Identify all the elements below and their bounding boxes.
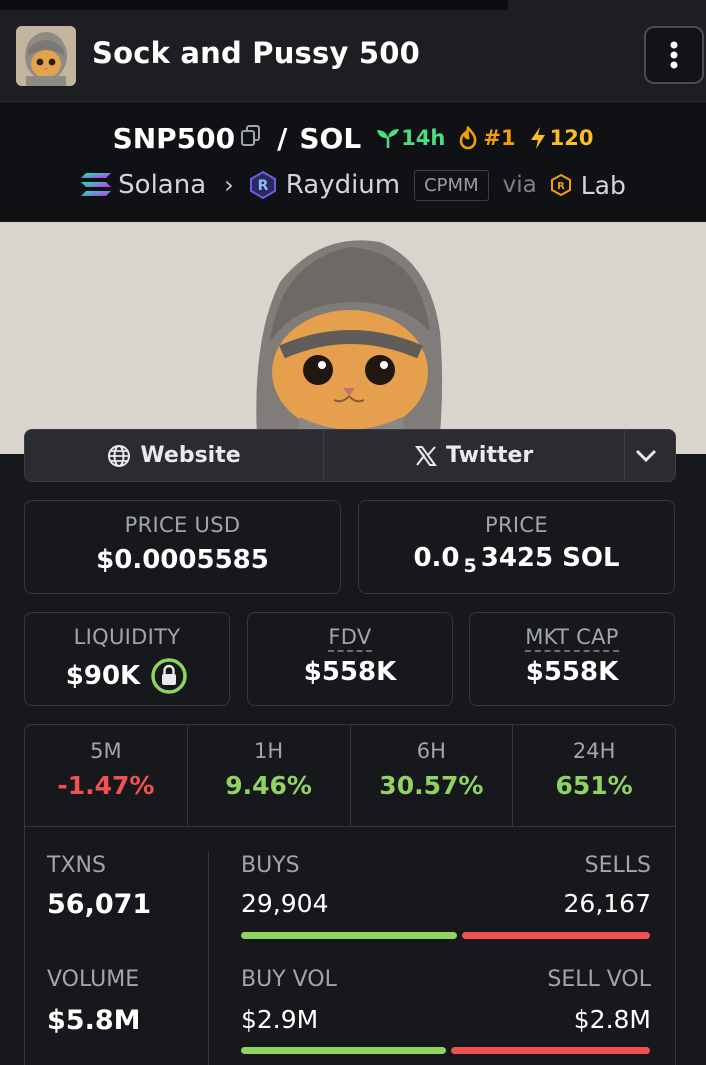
quote-ticker: SOL	[299, 121, 362, 155]
chevron-down-icon	[635, 449, 656, 462]
pair-separator: /	[277, 121, 288, 155]
liquidity-card: LIQUIDITY $90K	[24, 612, 230, 706]
token-title: Sock and Pussy 500	[92, 36, 421, 70]
svg-text:R: R	[557, 181, 565, 192]
pair-age: 14h	[375, 126, 445, 150]
txn-stats: TXNS 56,071 BUYS 29,904 SELLS 26,167 VOL…	[25, 827, 675, 1065]
mktcap-value: $558K	[525, 657, 619, 687]
price-native-card: PRICE 0.0 5 3425 SOL	[358, 500, 675, 594]
more-links-button[interactable]	[625, 430, 675, 481]
launchpad-name[interactable]: Lab	[581, 171, 626, 200]
fdv-card: FDV $558K	[247, 612, 453, 706]
via-label: via	[502, 172, 537, 198]
sell-vol-bar	[450, 1047, 650, 1054]
raydium-icon: R	[249, 170, 276, 200]
price-usd-value: $0.0005585	[96, 545, 269, 575]
change-tab-1h[interactable]: 1H 9.46%	[188, 725, 351, 826]
volume-label: VOLUME	[47, 967, 140, 992]
website-label: Website	[140, 443, 241, 468]
price-digits: 3425 SOL	[480, 543, 620, 573]
txns-label: TXNS	[47, 853, 106, 878]
txns-value: 56,071	[47, 889, 152, 920]
stats-panel: 5M -1.47% 1H 9.46% 6H 30.57% 24H 651% TX…	[24, 724, 676, 1065]
token-banner-image	[0, 222, 706, 454]
liquidity-label: LIQUIDITY	[73, 625, 181, 649]
twitter-button[interactable]: Twitter	[324, 430, 626, 481]
price-zero-count: 5	[463, 555, 477, 577]
x-logo-icon	[415, 445, 437, 466]
pool-type-badge: CPMM	[414, 169, 489, 201]
change-tab-5m[interactable]: 5M -1.47%	[25, 725, 188, 826]
price-prefix: 0.0	[413, 543, 460, 573]
price-native-value: 0.0 5 3425 SOL	[359, 543, 674, 577]
volume-value: $5.8M	[47, 1005, 141, 1036]
age-label: 14h	[401, 126, 446, 150]
lightning-icon	[530, 127, 545, 149]
price-usd-label: PRICE USD	[124, 513, 241, 537]
website-button[interactable]: Website	[25, 430, 325, 481]
copy-icon[interactable]	[241, 125, 261, 151]
kebab-menu-button[interactable]	[644, 26, 704, 84]
buy-vol-label: BUY VOL	[241, 967, 337, 992]
twitter-label: Twitter	[445, 443, 534, 468]
pair-info: SNP500 / SOL 14h #1 120 Solana › R Raydi…	[0, 103, 706, 221]
sells-value: 26,167	[563, 889, 651, 918]
price-change-tabs: 5M -1.47% 1H 9.46% 6H 30.57% 24H 651%	[25, 725, 675, 827]
change-tab-6h[interactable]: 6H 30.57%	[351, 725, 514, 826]
solana-icon	[81, 173, 112, 196]
sells-bar	[461, 932, 650, 939]
kebab-menu-icon	[670, 41, 678, 69]
change-label: 5M	[90, 739, 122, 763]
stats-divider	[208, 851, 209, 1065]
base-ticker: SNP500	[112, 121, 236, 155]
change-value: 651%	[555, 771, 633, 800]
change-label: 6H	[416, 739, 446, 763]
mktcap-card: MKT CAP $558K	[469, 612, 675, 706]
token-header: Sock and Pussy 500	[0, 10, 706, 102]
price-native-label: PRICE	[485, 513, 548, 537]
globe-icon	[108, 444, 131, 467]
buys-bar	[241, 932, 457, 939]
price-usd-card: PRICE USD $0.0005585	[24, 500, 341, 594]
fdv-value: $558K	[303, 657, 397, 687]
buys-label: BUYS	[241, 853, 300, 878]
liquidity-value: $90K	[25, 657, 229, 695]
buys-value: 29,904	[241, 889, 329, 918]
fdv-label[interactable]: FDV	[328, 625, 372, 652]
change-label: 24H	[572, 739, 616, 763]
rank-label: #1	[483, 126, 516, 150]
sell-vol-label: SELL VOL	[547, 967, 651, 992]
flame-icon	[460, 126, 477, 150]
change-label: 1H	[254, 739, 284, 763]
change-value: -1.47%	[57, 771, 155, 800]
boost-count: 120	[528, 126, 594, 150]
mktcap-label[interactable]: MKT CAP	[525, 625, 619, 652]
sells-label: SELLS	[584, 853, 651, 878]
social-links: Website Twitter	[24, 429, 676, 482]
svg-text:R: R	[257, 178, 268, 194]
cat-avatar-icon	[16, 26, 76, 86]
trending-rank: #1	[457, 126, 516, 150]
lab-icon: R	[550, 173, 571, 197]
sell-vol-value: $2.8M	[573, 1005, 651, 1034]
liquidity-amount: $90K	[65, 661, 141, 691]
change-value: 30.57%	[379, 771, 484, 800]
sprout-icon	[377, 129, 400, 148]
chevron-right-icon: ›	[224, 171, 234, 199]
top-strip	[0, 0, 706, 10]
change-tab-24h[interactable]: 24H 651%	[513, 725, 675, 826]
change-value: 9.46%	[225, 771, 312, 800]
boost-label: 120	[549, 126, 594, 150]
buy-vol-value: $2.9M	[241, 1005, 319, 1034]
buy-vol-bar	[241, 1047, 446, 1054]
lock-icon[interactable]	[150, 657, 188, 695]
chain-name[interactable]: Solana	[118, 170, 206, 200]
dex-name[interactable]: Raydium	[286, 170, 400, 200]
